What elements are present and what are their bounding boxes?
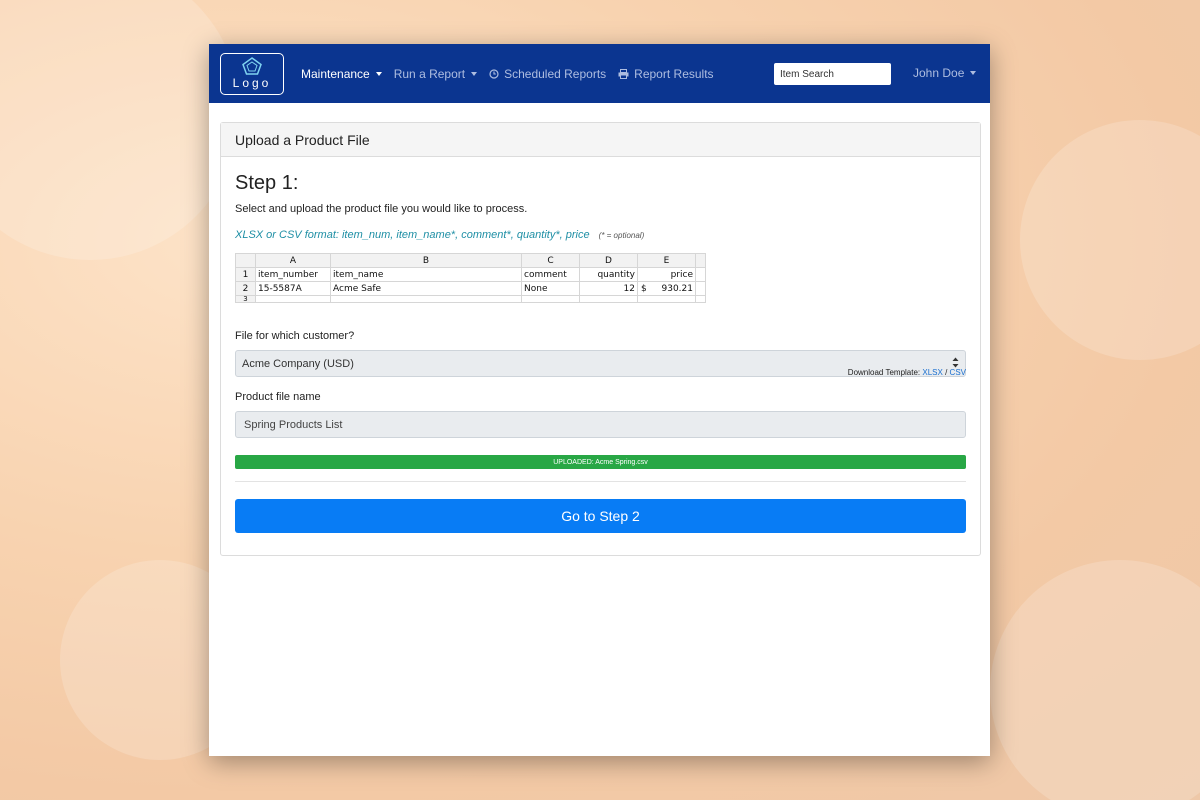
step-title: Step 1:	[235, 172, 299, 194]
item-search-input[interactable]	[774, 63, 891, 85]
product-filename-value: Spring Products List	[244, 418, 343, 431]
background-bokeh	[990, 560, 1200, 800]
sheet-cell	[255, 295, 331, 303]
upload-progress-bar: UPLOADED: Acme Spring.csv	[235, 455, 966, 469]
format-hint: XLSX or CSV format: item_num, item_name*…	[235, 229, 966, 241]
sheet-column-header: B	[330, 253, 522, 268]
sheet-corner	[235, 253, 256, 268]
sheet-cell: Acme Safe	[330, 281, 522, 296]
download-xlsx-link[interactable]: XLSX	[922, 368, 942, 377]
sheet-row-number: 1	[235, 267, 256, 282]
sheet-row-number: 2	[235, 281, 256, 296]
logo-pentagon-icon	[242, 57, 262, 75]
sheet-row-number: 3	[235, 295, 256, 303]
sheet-cell: quantity	[579, 267, 638, 282]
download-separator: /	[945, 368, 948, 377]
sheet-cell	[695, 295, 706, 303]
spreadsheet-preview: A B C D E 1 item_number item_name commen…	[235, 253, 706, 303]
sheet-cell	[330, 295, 522, 303]
sheet-cell: None	[521, 281, 580, 296]
background-bokeh	[0, 0, 240, 260]
upload-card: Upload a Product File Step 1: Select and…	[220, 122, 981, 556]
caret-down-icon	[471, 71, 478, 76]
currency-symbol: $	[641, 283, 647, 294]
sheet-cell: price	[637, 267, 696, 282]
nav-item-scheduled-reports[interactable]: Scheduled Reports	[489, 67, 606, 81]
step-description: Select and upload the product file you w…	[235, 203, 528, 215]
sheet-cell: comment	[521, 267, 580, 282]
filename-label: Product file name	[235, 391, 321, 403]
printer-icon	[618, 68, 629, 79]
nav-item-label: Maintenance	[301, 66, 370, 81]
table-row: 3	[235, 295, 706, 303]
nav-item-run-a-report[interactable]: Run a Report	[393, 66, 478, 81]
caret-down-icon	[970, 71, 977, 75]
nav-menu: Maintenance Run a Report Scheduled Repor…	[301, 67, 726, 81]
sheet-cell: item_name	[330, 267, 522, 282]
clock-icon	[489, 68, 499, 79]
table-row: 1 item_number item_name comment quantity…	[235, 267, 706, 282]
product-filename-input[interactable]: Spring Products List	[235, 411, 966, 438]
user-menu[interactable]: John Doe	[913, 66, 977, 80]
sheet-cell	[695, 281, 706, 296]
app-window: Logo Maintenance Run a Report Scheduled …	[209, 44, 990, 756]
customer-select-value: Acme Company (USD)	[242, 357, 354, 370]
sheet-column-header: D	[579, 253, 638, 268]
sheet-cell	[695, 267, 706, 282]
sheet-cell	[579, 295, 638, 303]
go-to-step-2-button[interactable]: Go to Step 2	[235, 499, 966, 533]
sheet-cell: item_number	[255, 267, 331, 282]
nav-item-maintenance[interactable]: Maintenance	[301, 67, 382, 81]
table-row: 2 15-5587A Acme Safe None 12 $ 930.21	[235, 281, 706, 296]
upload-progress: UPLOADED: Acme Spring.csv	[235, 455, 966, 469]
download-csv-link[interactable]: CSV	[950, 368, 966, 377]
caret-down-icon	[375, 71, 382, 76]
nav-item-report-results[interactable]: Report Results	[618, 66, 714, 81]
card-header: Upload a Product File	[221, 123, 980, 157]
sheet-cell-price: $ 930.21	[637, 281, 696, 296]
nav-item-label: Run a Report	[393, 66, 466, 81]
optional-note: (* = optional)	[598, 231, 645, 240]
upload-status-text: UPLOADED: Acme Spring.csv	[553, 458, 648, 466]
download-label: Download Template:	[847, 368, 921, 377]
user-name: John Doe	[913, 66, 965, 80]
customer-label: File for which customer?	[235, 330, 355, 342]
sheet-cell	[637, 295, 696, 303]
divider	[235, 481, 966, 482]
sheet-cell	[521, 295, 580, 303]
sheet-column-header: C	[521, 253, 580, 268]
sheet-cell: 15-5587A	[255, 281, 331, 296]
nav-item-label: Scheduled Reports	[504, 66, 607, 81]
price-value: 930.21	[661, 283, 694, 294]
top-navbar: Logo Maintenance Run a Report Scheduled …	[209, 44, 990, 103]
card-body: Step 1: Select and upload the product fi…	[221, 172, 980, 533]
sheet-column-header: E	[637, 253, 696, 268]
logo[interactable]: Logo	[220, 52, 284, 95]
logo-text: Logo	[232, 76, 272, 90]
sheet-cell: 12	[579, 281, 638, 296]
background-bokeh	[1020, 120, 1200, 360]
sheet-column-header: A	[255, 253, 331, 268]
format-text: XLSX or CSV format: item_num, item_name*…	[235, 229, 590, 241]
sheet-header-row: A B C D E	[235, 253, 706, 268]
sheet-column-header	[695, 253, 706, 268]
nav-item-label: Report Results	[634, 66, 714, 81]
download-template: Download Template: XLSX / CSV	[848, 368, 966, 377]
